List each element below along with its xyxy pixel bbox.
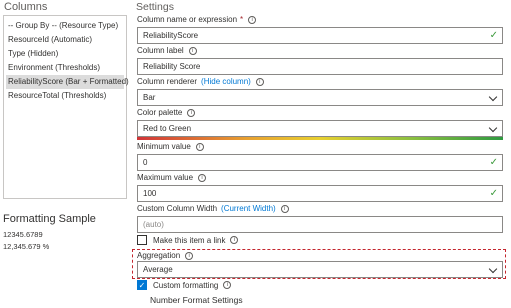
column-item-label: ResourceTotal (Thresholds): [8, 91, 107, 100]
max-value-value: 100: [143, 189, 157, 198]
chevron-down-icon: [488, 264, 498, 274]
column-item-environment[interactable]: Environment (Thresholds): [6, 61, 124, 75]
custom-width-label-row: Custom Column Width (Current Width) i: [137, 204, 289, 213]
info-icon[interactable]: i: [195, 142, 204, 151]
column-renderer-select[interactable]: Bar: [137, 89, 503, 106]
column-renderer-label-row: Column renderer (Hide column) i: [137, 77, 264, 86]
info-icon[interactable]: i: [187, 108, 196, 117]
chevron-down-icon: [488, 123, 498, 133]
column-name-label-row: Column name or expression * i: [137, 15, 257, 24]
aggregation-select[interactable]: Average: [137, 261, 503, 278]
custom-formatting-checkbox[interactable]: ✓: [137, 280, 147, 290]
info-icon[interactable]: i: [223, 281, 232, 289]
formatting-sample-raw: 12345.6789: [3, 230, 43, 239]
max-value-input[interactable]: 100 ✓: [137, 185, 503, 202]
make-link-label: Make this item a link: [153, 235, 226, 245]
column-item-label: ReliabilityScore (Bar + Formatted): [8, 77, 129, 86]
column-item-label: ResourceId (Automatic): [8, 35, 93, 44]
chevron-down-icon: [488, 92, 498, 102]
info-icon[interactable]: i: [255, 77, 264, 86]
current-width-link[interactable]: (Current Width): [221, 204, 276, 213]
column-label-label-row: Column label i: [137, 46, 197, 55]
columns-list: -- Group By -- (Resource Type) ResourceI…: [3, 15, 129, 199]
column-item-label: Environment (Thresholds): [8, 63, 101, 72]
column-item-resourceid[interactable]: ResourceId (Automatic): [6, 33, 124, 47]
column-item-group-by[interactable]: -- Group By -- (Resource Type): [6, 19, 124, 33]
color-palette-gradient: [137, 137, 503, 140]
min-value-input[interactable]: 0 ✓: [137, 154, 503, 171]
aggregation-value: Average: [143, 265, 173, 274]
column-item-resourcetotal[interactable]: ResourceTotal (Thresholds): [6, 89, 124, 103]
custom-width-placeholder: (auto): [143, 220, 164, 229]
aggregation-label-row: Aggregation i: [137, 251, 194, 260]
column-name-label: Column name or expression: [137, 15, 238, 24]
custom-width-input[interactable]: (auto): [137, 216, 503, 233]
column-item-label: -- Group By -- (Resource Type): [8, 21, 119, 30]
column-label-value: Reliability Score: [143, 62, 201, 71]
hide-column-link[interactable]: (Hide column): [201, 77, 251, 86]
columns-heading: Columns: [4, 1, 48, 13]
color-palette-label-row: Color palette i: [137, 108, 196, 117]
column-renderer-label: Column renderer: [137, 77, 198, 86]
color-palette-value: Red to Green: [143, 124, 192, 133]
min-value-label-row: Minimum value i: [137, 142, 204, 151]
valid-check-icon: ✓: [489, 188, 498, 199]
formatting-sample-title: Formatting Sample: [3, 213, 96, 225]
column-name-input[interactable]: ReliabilityScore ✓: [137, 27, 503, 44]
color-palette-label: Color palette: [137, 108, 183, 117]
number-format-heading: Number Format Settings: [150, 295, 243, 305]
info-icon[interactable]: i: [248, 15, 257, 24]
custom-formatting-label: Custom formatting: [153, 280, 219, 290]
info-icon[interactable]: i: [280, 204, 289, 213]
valid-check-icon: ✓: [489, 30, 498, 41]
info-icon[interactable]: i: [185, 251, 194, 260]
column-name-value: ReliabilityScore: [143, 31, 199, 40]
info-icon[interactable]: i: [230, 236, 239, 244]
max-value-label: Maximum value: [137, 173, 194, 182]
formatting-sample-formatted: 12,345.679 %: [3, 242, 50, 251]
settings-heading: Settings: [136, 1, 174, 13]
info-icon[interactable]: i: [198, 173, 207, 182]
required-marker: *: [240, 15, 244, 24]
column-item-type[interactable]: Type (Hidden): [6, 47, 124, 61]
info-icon[interactable]: i: [188, 46, 197, 55]
max-value-label-row: Maximum value i: [137, 173, 207, 182]
custom-width-label: Custom Column Width: [137, 204, 218, 213]
make-link-row[interactable]: Make this item a link i: [137, 235, 239, 245]
make-link-checkbox[interactable]: [137, 235, 147, 245]
column-item-label: Type (Hidden): [8, 49, 59, 58]
column-item-reliabilityscore[interactable]: ReliabilityScore (Bar + Formatted): [6, 75, 129, 89]
color-palette-select[interactable]: Red to Green: [137, 120, 503, 137]
valid-check-icon: ✓: [489, 157, 498, 168]
column-renderer-value: Bar: [143, 93, 156, 102]
column-label-label: Column label: [137, 46, 184, 55]
min-value-label: Minimum value: [137, 142, 191, 151]
aggregation-label: Aggregation: [137, 251, 181, 260]
column-label-input[interactable]: Reliability Score: [137, 58, 503, 75]
custom-formatting-row[interactable]: ✓ Custom formatting i: [137, 280, 232, 290]
min-value-value: 0: [143, 158, 148, 167]
